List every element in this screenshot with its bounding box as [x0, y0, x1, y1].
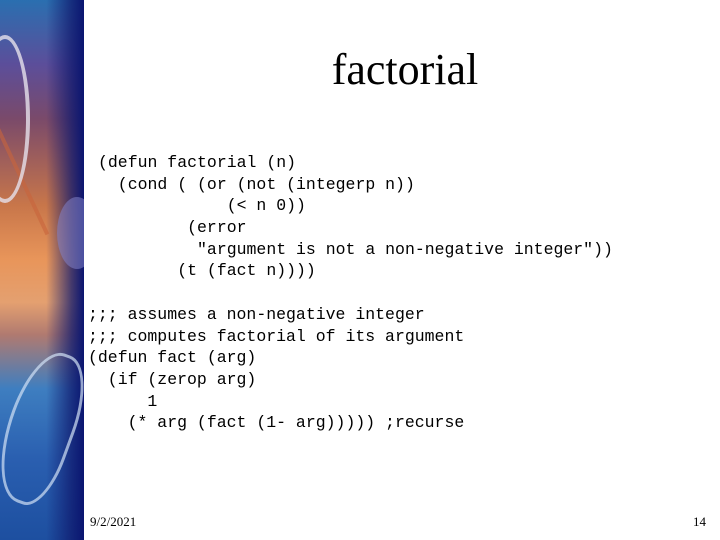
- code-line: ;;; computes factorial of its argument: [88, 326, 465, 346]
- decorative-swirl: [0, 35, 30, 203]
- code-line: (if (zerop arg): [88, 370, 257, 390]
- code-line: ;;; assumes a non-negative integer: [88, 305, 425, 324]
- decorative-orb: [57, 197, 84, 269]
- footer-date: 9/2/2021: [90, 514, 137, 529]
- code-line: (t (fact n)))): [98, 261, 316, 281]
- code-block-factorial: (defun factorial (n) (cond ( (or (not (i…: [98, 152, 613, 282]
- page-number: 14: [693, 514, 706, 529]
- code-line: (* arg (fact (1- arg))))) ;recurse: [88, 413, 465, 433]
- code-block-fact: ;;; assumes a non-negative integer ;;; co…: [88, 304, 464, 434]
- code-line: 1: [88, 391, 158, 411]
- code-line: (defun fact (arg): [88, 348, 257, 368]
- code-line: (< n 0)): [98, 196, 306, 216]
- code-line: (defun factorial (n): [98, 153, 297, 172]
- code-line: "argument is not a non-negative integer"…: [98, 239, 613, 259]
- code-line: (error: [98, 218, 247, 238]
- code-line: (cond ( (or (not (integerp n)): [98, 174, 415, 194]
- decorative-script-letter: [0, 343, 84, 513]
- slide-title: factorial: [331, 45, 479, 94]
- decorative-sidebar-image: [0, 0, 84, 540]
